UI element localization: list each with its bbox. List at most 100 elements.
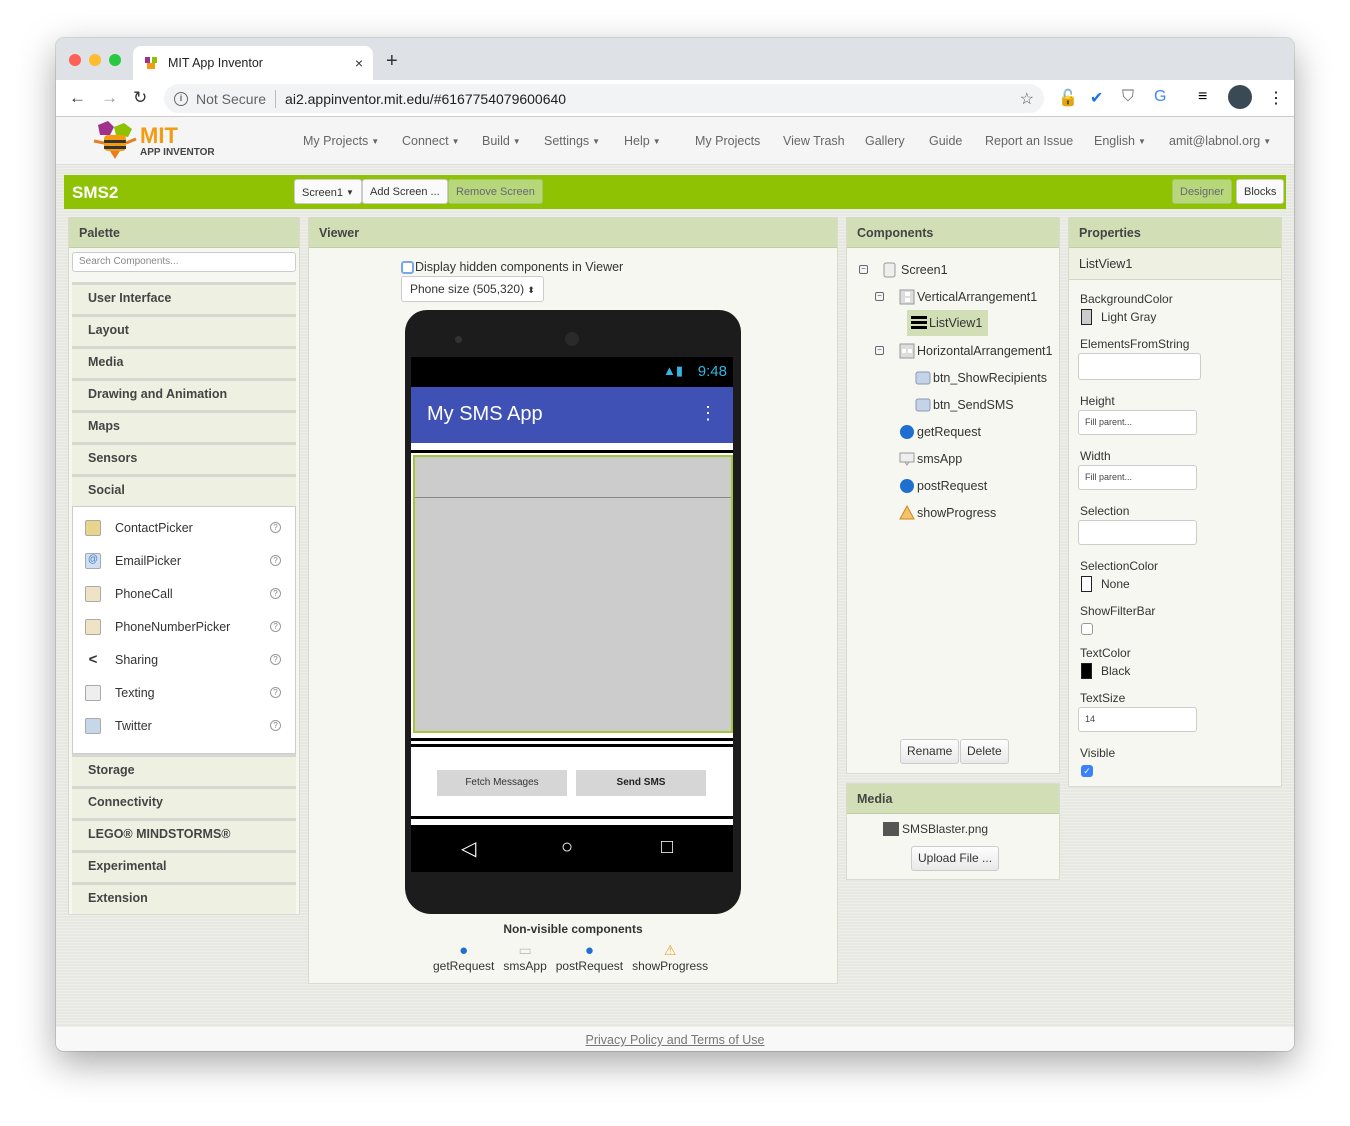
language-menu[interactable]: English ▼ xyxy=(1094,134,1146,148)
link-my-projects[interactable]: My Projects xyxy=(695,134,760,148)
bookmark-star-icon[interactable]: ☆ xyxy=(1020,89,1034,109)
selectioncolor-value[interactable]: None xyxy=(1101,577,1130,591)
tree-item-smsapp[interactable]: smsApp xyxy=(899,449,962,469)
home-nav-icon[interactable]: ○ xyxy=(561,836,573,859)
rename-button[interactable]: Rename xyxy=(900,739,960,764)
nonvisible-smsapp[interactable]: ▭ smsApp xyxy=(503,942,546,973)
height-input[interactable]: Fill parent... xyxy=(1078,410,1197,435)
pocket-extension-icon[interactable]: ⛉ xyxy=(1122,88,1134,106)
category-connectivity[interactable]: Connectivity xyxy=(72,786,296,818)
upload-file-button[interactable]: Upload File ... xyxy=(911,846,1000,871)
help-icon[interactable]: ? xyxy=(270,588,281,599)
palette-item-contactpicker[interactable]: ContactPicker? xyxy=(73,511,295,544)
help-icon[interactable]: ? xyxy=(270,654,281,665)
media-file[interactable]: SMSBlaster.png xyxy=(883,822,988,836)
help-icon[interactable]: ? xyxy=(270,621,281,632)
delete-button[interactable]: Delete xyxy=(960,739,1009,764)
listview-preview[interactable] xyxy=(413,455,733,733)
category-lego-mindstorms[interactable]: LEGO® MINDSTORMS® xyxy=(72,818,296,850)
palette-item-phonenumberpicker[interactable]: PhoneNumberPicker? xyxy=(73,610,295,643)
designer-button[interactable]: Designer xyxy=(1172,179,1233,204)
add-screen-button[interactable]: Add Screen ... xyxy=(362,179,448,204)
category-sensors[interactable]: Sensors xyxy=(72,442,296,474)
palette-item-phonecall[interactable]: PhoneCall? xyxy=(73,577,295,610)
forward-arrow-icon[interactable]: → xyxy=(101,88,118,108)
media-queue-icon[interactable]: ≡ xyxy=(1198,88,1207,106)
privacy-terms-link[interactable]: Privacy Policy and Terms of Use xyxy=(586,1033,765,1047)
profile-avatar[interactable] xyxy=(1228,85,1252,109)
phone-size-select[interactable]: Phone size (505,320) ⬍ xyxy=(401,276,544,302)
mit-app-inventor-logo[interactable]: MIT APP INVENTOR xyxy=(92,121,222,161)
help-icon[interactable]: ? xyxy=(270,687,281,698)
nonvisible-showprogress[interactable]: ⚠ showProgress xyxy=(632,942,708,973)
close-tab-icon[interactable]: × xyxy=(355,55,363,71)
backgroundcolor-value[interactable]: Light Gray xyxy=(1101,310,1156,324)
nonvisible-postrequest[interactable]: ● postRequest xyxy=(556,942,623,973)
menu-settings[interactable]: Settings ▼ xyxy=(544,134,600,148)
category-maps[interactable]: Maps xyxy=(72,410,296,442)
tree-item-btn-sendsms[interactable]: btn_SendSMS xyxy=(915,395,1014,415)
remove-screen-button[interactable]: Remove Screen xyxy=(448,179,543,204)
menu-connect[interactable]: Connect ▼ xyxy=(402,134,459,148)
category-user-interface[interactable]: User Interface xyxy=(72,282,296,314)
category-extension[interactable]: Extension xyxy=(72,882,296,914)
help-icon[interactable]: ? xyxy=(270,522,281,533)
link-view-trash[interactable]: View Trash xyxy=(783,134,845,148)
showfilterbar-checkbox[interactable] xyxy=(1081,623,1093,635)
translate-extension-icon[interactable]: G xyxy=(1154,88,1166,106)
palette-item-twitter[interactable]: Twitter? xyxy=(73,709,295,742)
category-drawing-animation[interactable]: Drawing and Animation xyxy=(72,378,296,410)
tree-item-listview1[interactable]: ListView1 xyxy=(907,310,989,336)
lock-extension-icon[interactable]: 🔓 xyxy=(1058,88,1078,108)
palette-item-emailpicker[interactable]: @ EmailPicker? xyxy=(73,544,295,577)
display-hidden-checkbox[interactable] xyxy=(401,260,414,274)
recents-nav-icon[interactable]: □ xyxy=(661,836,673,859)
link-report-issue[interactable]: Report an Issue xyxy=(985,134,1073,148)
tree-item-verticalarrangement1[interactable]: − VerticalArrangement1 xyxy=(875,287,1037,307)
info-icon[interactable]: i xyxy=(174,91,188,106)
category-social[interactable]: Social xyxy=(72,474,296,506)
collapse-icon[interactable]: − xyxy=(859,265,868,274)
tree-item-getrequest[interactable]: getRequest xyxy=(899,422,981,442)
menu-my-projects[interactable]: My Projects ▼ xyxy=(303,134,379,148)
minimize-window-button[interactable] xyxy=(89,54,101,66)
menu-dots-icon[interactable]: ⋮ xyxy=(1268,88,1284,108)
close-window-button[interactable] xyxy=(69,54,81,66)
help-icon[interactable]: ? xyxy=(270,720,281,731)
new-tab-button[interactable]: + xyxy=(386,50,398,73)
address-bar[interactable]: i Not Secure ai2.appinventor.mit.edu/#61… xyxy=(164,84,1044,113)
elementsfromstring-textarea[interactable] xyxy=(1078,353,1201,380)
menu-help[interactable]: Help ▼ xyxy=(624,134,661,148)
tree-item-horizontalarrangement1[interactable]: − HorizontalArrangement1 xyxy=(875,341,1053,361)
category-layout[interactable]: Layout xyxy=(72,314,296,346)
selection-input[interactable] xyxy=(1078,520,1197,545)
category-media[interactable]: Media xyxy=(72,346,296,378)
selectioncolor-swatch[interactable] xyxy=(1081,576,1092,592)
help-icon[interactable]: ? xyxy=(270,555,281,566)
tree-item-showprogress[interactable]: showProgress xyxy=(899,503,996,523)
textcolor-value[interactable]: Black xyxy=(1101,664,1130,678)
backgroundcolor-swatch[interactable] xyxy=(1081,309,1092,325)
back-nav-icon[interactable]: ◁ xyxy=(461,836,476,861)
width-input[interactable]: Fill parent... xyxy=(1078,465,1197,490)
collapse-icon[interactable]: − xyxy=(875,346,884,355)
search-components-input[interactable]: Search Components... xyxy=(72,252,296,272)
blocks-button[interactable]: Blocks xyxy=(1236,179,1285,204)
reload-icon[interactable]: ↻ xyxy=(133,88,147,108)
textcolor-swatch[interactable] xyxy=(1081,663,1092,679)
back-arrow-icon[interactable]: ← xyxy=(69,88,86,108)
browser-tab[interactable]: MIT App Inventor × xyxy=(133,46,373,80)
link-guide[interactable]: Guide xyxy=(929,134,962,148)
screen-select-button[interactable]: Screen1 ▼ xyxy=(294,179,362,204)
category-storage[interactable]: Storage xyxy=(72,754,296,786)
nonvisible-getrequest[interactable]: ● getRequest xyxy=(433,942,494,973)
category-experimental[interactable]: Experimental xyxy=(72,850,296,882)
palette-item-texting[interactable]: Texting? xyxy=(73,676,295,709)
textsize-input[interactable]: 14 xyxy=(1078,707,1197,732)
fetch-messages-button[interactable]: Fetch Messages xyxy=(437,770,567,796)
user-menu[interactable]: amit@labnol.org ▼ xyxy=(1169,134,1271,148)
tree-item-postrequest[interactable]: postRequest xyxy=(899,476,987,496)
maximize-window-button[interactable] xyxy=(109,54,121,66)
visible-checkbox[interactable]: ✓ xyxy=(1081,765,1093,777)
url-text[interactable]: ai2.appinventor.mit.edu/#616775407960064… xyxy=(285,91,566,107)
